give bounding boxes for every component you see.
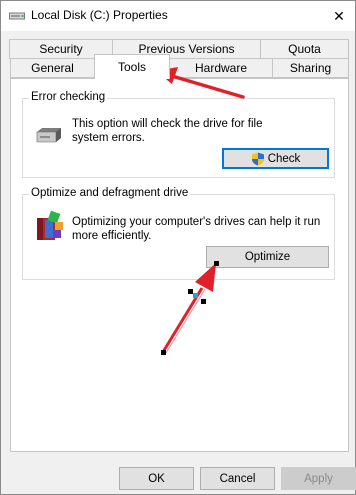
tools-panel: Error checking This option will check th… — [10, 78, 349, 452]
close-button[interactable]: ✕ — [323, 1, 355, 31]
optimize-group: Optimize and defragment drive Optimizing… — [22, 187, 335, 280]
uac-shield-icon — [251, 152, 264, 165]
ok-button[interactable]: OK — [119, 467, 194, 490]
check-button[interactable]: Check — [222, 148, 329, 169]
tab-hardware[interactable]: Hardware — [169, 58, 273, 78]
check-button-label: Check — [267, 152, 301, 165]
optimize-button[interactable]: Optimize — [206, 246, 329, 268]
title-bar: Local Disk (C:) Properties ✕ — [1, 1, 355, 31]
error-checking-label: Error checking — [29, 91, 108, 103]
optimize-description: Optimizing your computer's drives can he… — [72, 216, 321, 242]
drive-title-icon — [9, 12, 25, 20]
drive-icon — [36, 128, 61, 143]
cancel-button[interactable]: Cancel — [200, 467, 275, 490]
error-checking-group: Error checking This option will check th… — [22, 91, 335, 178]
optimize-label: Optimize and defragment drive — [29, 187, 191, 199]
tab-quota[interactable]: Quota — [260, 39, 349, 59]
properties-window: Local Disk (C:) Properties ✕ Security Pr… — [0, 0, 356, 495]
tab-tools[interactable]: Tools — [94, 54, 170, 79]
error-checking-description: This option will check the drive for fil… — [72, 118, 263, 144]
apply-button[interactable]: Apply — [281, 467, 356, 490]
defrag-icon — [37, 210, 63, 240]
tab-sharing[interactable]: Sharing — [272, 58, 349, 78]
tab-general[interactable]: General — [10, 58, 95, 78]
window-title: Local Disk (C:) Properties — [31, 8, 168, 22]
